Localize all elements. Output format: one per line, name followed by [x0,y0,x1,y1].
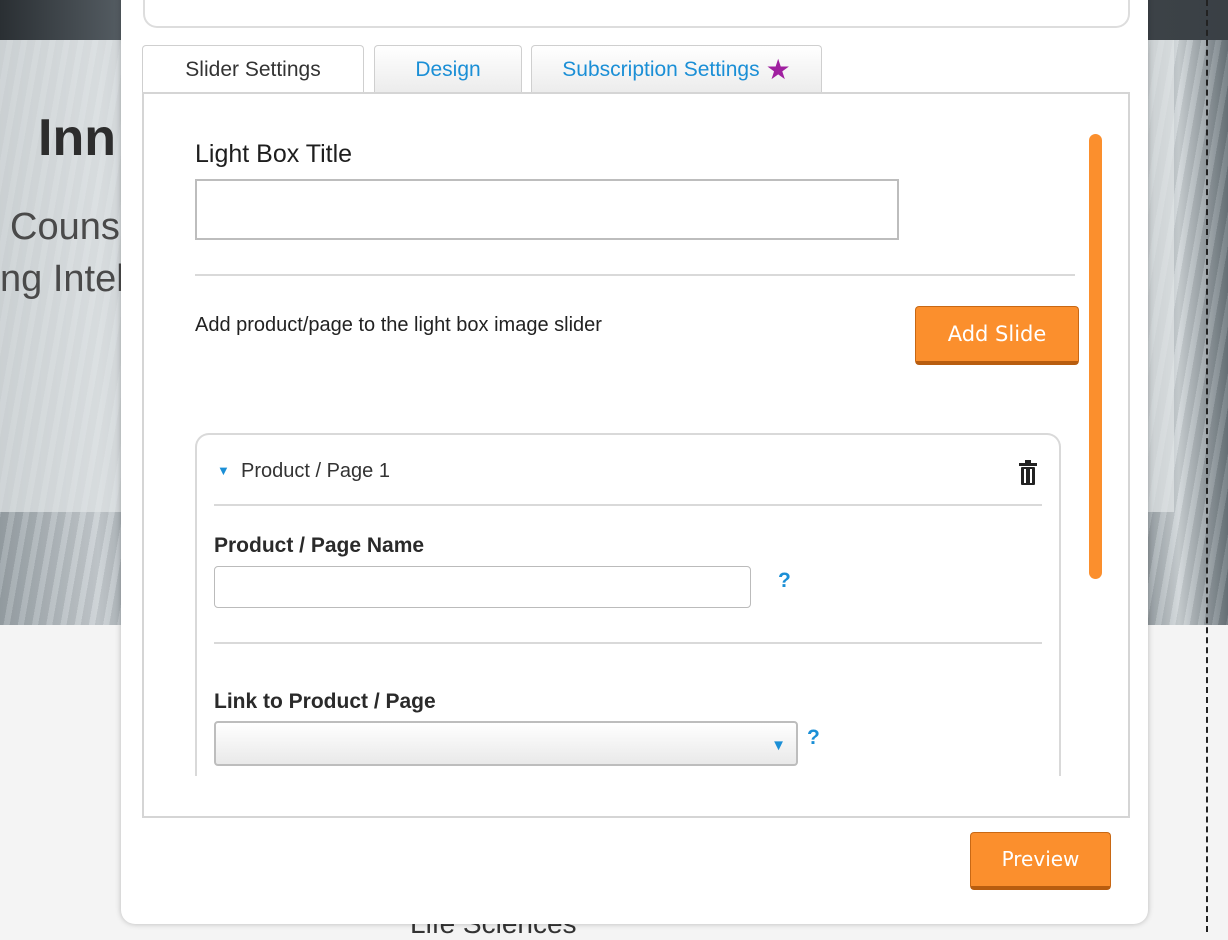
link-product-page-select[interactable]: ▼ [214,721,798,766]
star-icon: ★ [765,54,791,85]
panel-clip-area [144,776,1126,814]
link-product-page-label: Link to Product / Page [214,690,436,713]
modal-top-box [143,0,1130,28]
preview-button-label: Preview [1001,847,1080,871]
trash-icon[interactable] [1018,460,1038,492]
slide-header-title[interactable]: Product / Page 1 [241,460,390,483]
light-box-title-input[interactable] [195,179,899,240]
chevron-down-icon: ▼ [771,737,786,754]
background-subtitle-line2: ng Intel [0,258,125,300]
caret-down-icon[interactable]: ▼ [217,463,230,478]
help-icon-link[interactable]: ? [807,726,820,750]
add-slide-button-label: Add Slide [947,322,1047,346]
field-divider [214,642,1042,644]
tab-slider-settings[interactable]: Slider Settings [142,45,364,94]
preview-button[interactable]: Preview [970,832,1111,890]
tab-slider-settings-label: Slider Settings [185,58,321,81]
tab-design[interactable]: Design [374,45,522,92]
tab-subscription-settings[interactable]: Subscription Settings ★ [531,45,822,92]
product-page-name-input[interactable] [214,566,751,608]
product-page-name-label: Product / Page Name [214,534,425,557]
slide-header-divider [214,504,1042,506]
scrollbar-thumb[interactable] [1089,134,1102,579]
trash-icon-svg [1019,460,1037,485]
add-slide-button[interactable]: Add Slide [915,306,1079,365]
tab-subscription-settings-label: Subscription Settings [562,58,760,81]
background-subtitle-line1: Couns [10,206,120,248]
slider-description: Add product/page to the light box image … [195,314,602,336]
dashed-guide-line [1206,0,1208,932]
light-box-title-label: Light Box Title [195,140,353,168]
tab-design-label: Design [415,58,481,81]
section-divider [195,274,1075,276]
background-heading: Inn [38,109,116,167]
help-icon-name[interactable]: ? [778,569,791,593]
